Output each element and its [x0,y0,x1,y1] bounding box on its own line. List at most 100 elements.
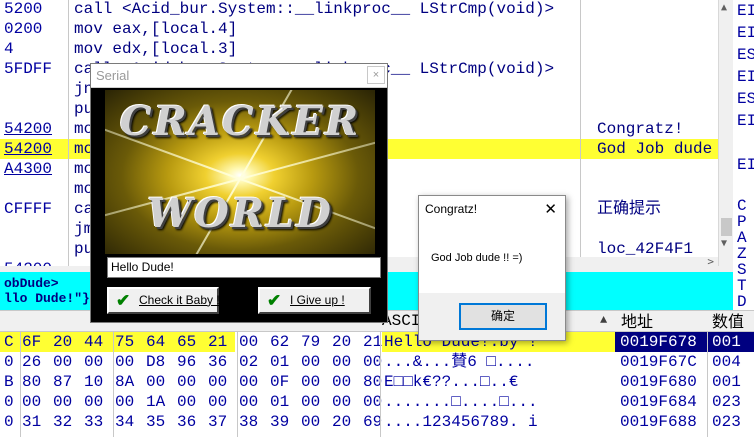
give-up-button[interactable]: ✔ I Give up ! [258,287,371,314]
dump-hex-byte: 01 [270,353,290,371]
dump-hex-byte: 00 [53,353,73,371]
dump-hex-byte: 00 [177,393,197,411]
dump-hex-byte: 87 [53,373,73,391]
stack-header: 地址 数值 [615,310,754,332]
instruction-address: 54200 [4,140,53,158]
stack-pane[interactable]: 0019F678 001 0019F67C 004 0019F680 001 0019F68… [615,332,754,437]
banner-word-cracker: CRACKER [119,98,361,145]
dump-hex-byte: 00 [208,373,228,391]
scroll-down-arrow-icon[interactable]: ▼ [721,238,727,249]
instruction-comment: loc_42F4F1 [597,240,694,258]
dump-hex-byte: 36 [208,353,228,371]
dump-hex-byte: 00 [84,393,104,411]
dump-hex-byte: 00 [84,353,104,371]
dump-hex-byte: 38 [239,413,259,431]
dump-hex-byte: 00 [208,393,228,411]
register-name: C [737,197,747,215]
dump-hex-byte: 75 [111,332,142,352]
scrollbar-thumb[interactable] [721,218,732,236]
dump-row[interactable]: 0 00 00 00 00 1A 00 00 00 01 00 00 00 .......□....□..… [0,392,538,412]
banner-word-world: WORLD [147,190,333,237]
instruction-address: CFFFF [4,200,53,218]
stack-value: 001 [712,333,741,351]
register-name [733,132,754,154]
dump-ascii-text: ....123456789. i [384,413,538,431]
dump-hex-byte: 20 [332,333,352,351]
scroll-up-arrow-icon[interactable]: ▲ [600,313,607,327]
dump-hex-byte: 65 [173,332,204,352]
serial-name-input[interactable]: Hello Dude! [107,257,381,278]
stack-column-divider [707,332,708,437]
register-name: EI [737,68,754,86]
disassembly-row[interactable]: 0200 mov eax,[local.4] [0,19,718,39]
dump-hex-byte: 02 [239,353,259,371]
instruction-address: 5200 [4,0,43,18]
stack-value: 001 [712,373,741,391]
dump-row[interactable]: C 6F 20 44 75 64 65 21 00 62 79 20 21 Hello Dude!.by … [0,332,615,352]
register-name: EI [737,156,754,174]
register-name: ES [737,46,754,64]
dump-address-fragment: B [4,373,14,391]
scroll-up-arrow-icon[interactable]: ▲ [721,2,727,13]
dump-hex-byte: 0F [270,373,290,391]
dump-hex-byte: 21 [204,332,235,352]
stack-row[interactable]: 0019F678 001 [615,332,754,352]
dump-hex-byte: 64 [142,332,173,352]
register-name [733,176,754,198]
stack-address-header: 地址 [621,312,654,331]
stack-address: 0019F688 [620,413,697,431]
dump-hex-byte: 00 [22,393,42,411]
dump-hex-byte: 00 [115,353,135,371]
dump-row[interactable]: 0 31 32 33 34 35 36 37 38 39 00 20 69 ....123456789. … [0,412,538,432]
register-name: A [737,229,747,247]
dump-hex-byte: 1A [146,393,166,411]
info-line-2: llo Dude!"} [4,291,90,306]
dump-hex-byte: 31 [22,413,42,431]
dump-hex-byte: 44 [80,332,111,352]
close-icon[interactable]: × [367,66,385,84]
stack-row[interactable]: 0019F680 001 [615,372,754,392]
dump-hex-byte: 00 [239,333,259,351]
column-divider [113,332,114,437]
dump-hex-byte: D8 [146,353,166,371]
dump-hex-byte: 79 [301,333,321,351]
stack-address: 0019F67C [620,353,697,371]
register-name: EI [737,24,754,42]
dump-hex-byte: 6F [18,332,49,352]
give-up-button-label: I Give up ! [290,293,345,307]
stack-row[interactable]: 0019F67C 004 [615,352,754,372]
stack-row[interactable]: 0019F688 023 [615,412,754,432]
disassembly-vertical-scrollbar[interactable]: ▲ ▼ [718,0,733,266]
dump-hex-byte: 00 [301,393,321,411]
dump-row[interactable]: 0 26 00 00 00 D8 96 36 02 01 00 00 00 ...&...賛6 □.... [0,352,534,372]
dump-hex-byte: 20 [49,332,80,352]
stack-address: 0019F680 [620,373,697,391]
disassembly-row[interactable]: 5200 call <Acid_bur.System::__linkproc__ … [0,0,718,19]
stack-address: 0019F684 [620,393,697,411]
close-icon[interactable]: ✕ [544,200,557,218]
column-divider [68,0,69,266]
instruction-comment: 正确提示 [597,200,662,218]
serial-window-titlebar[interactable]: Serial × [91,64,387,88]
dump-hex-byte: 00 [301,413,321,431]
dump-hex-byte: 35 [146,413,166,431]
disassembly-row[interactable]: 4 mov edx,[local.3] [0,39,718,59]
instruction-address: A4300 [4,160,53,178]
dump-hex-byte: 8A [115,373,135,391]
dump-hex-byte: 32 [53,413,73,431]
register-name: T [737,277,747,295]
dump-pane[interactable]: C 6F 20 44 75 64 65 21 00 62 79 20 21 Hello Dude!.by … [0,332,615,437]
dump-hex-byte: 33 [84,413,104,431]
dump-hex-byte: 10 [84,373,104,391]
stack-row[interactable]: 0019F684 023 [615,392,754,412]
dump-address-fragment: C [0,332,18,352]
registers-pane[interactable]: EI EI ES EI ES EI EI C P A Z S T D [733,0,754,310]
dump-hex-byte: 36 [177,413,197,431]
serial-window: Serial × CRACKER WORLD Hello Dude! ✔ Che… [90,63,388,323]
dump-row[interactable]: B 80 87 10 8A 00 00 00 00 0F 00 00 80 E□□k€??...□..€ [0,372,518,392]
dump-hex-byte: 00 [239,373,259,391]
check-it-baby-button[interactable]: ✔ Check it Baby ! [107,287,220,314]
register-name: Z [737,245,747,263]
dump-ascii-text: ...&...賛6 □.... [384,353,535,371]
ok-button[interactable]: 确定 [459,303,547,330]
